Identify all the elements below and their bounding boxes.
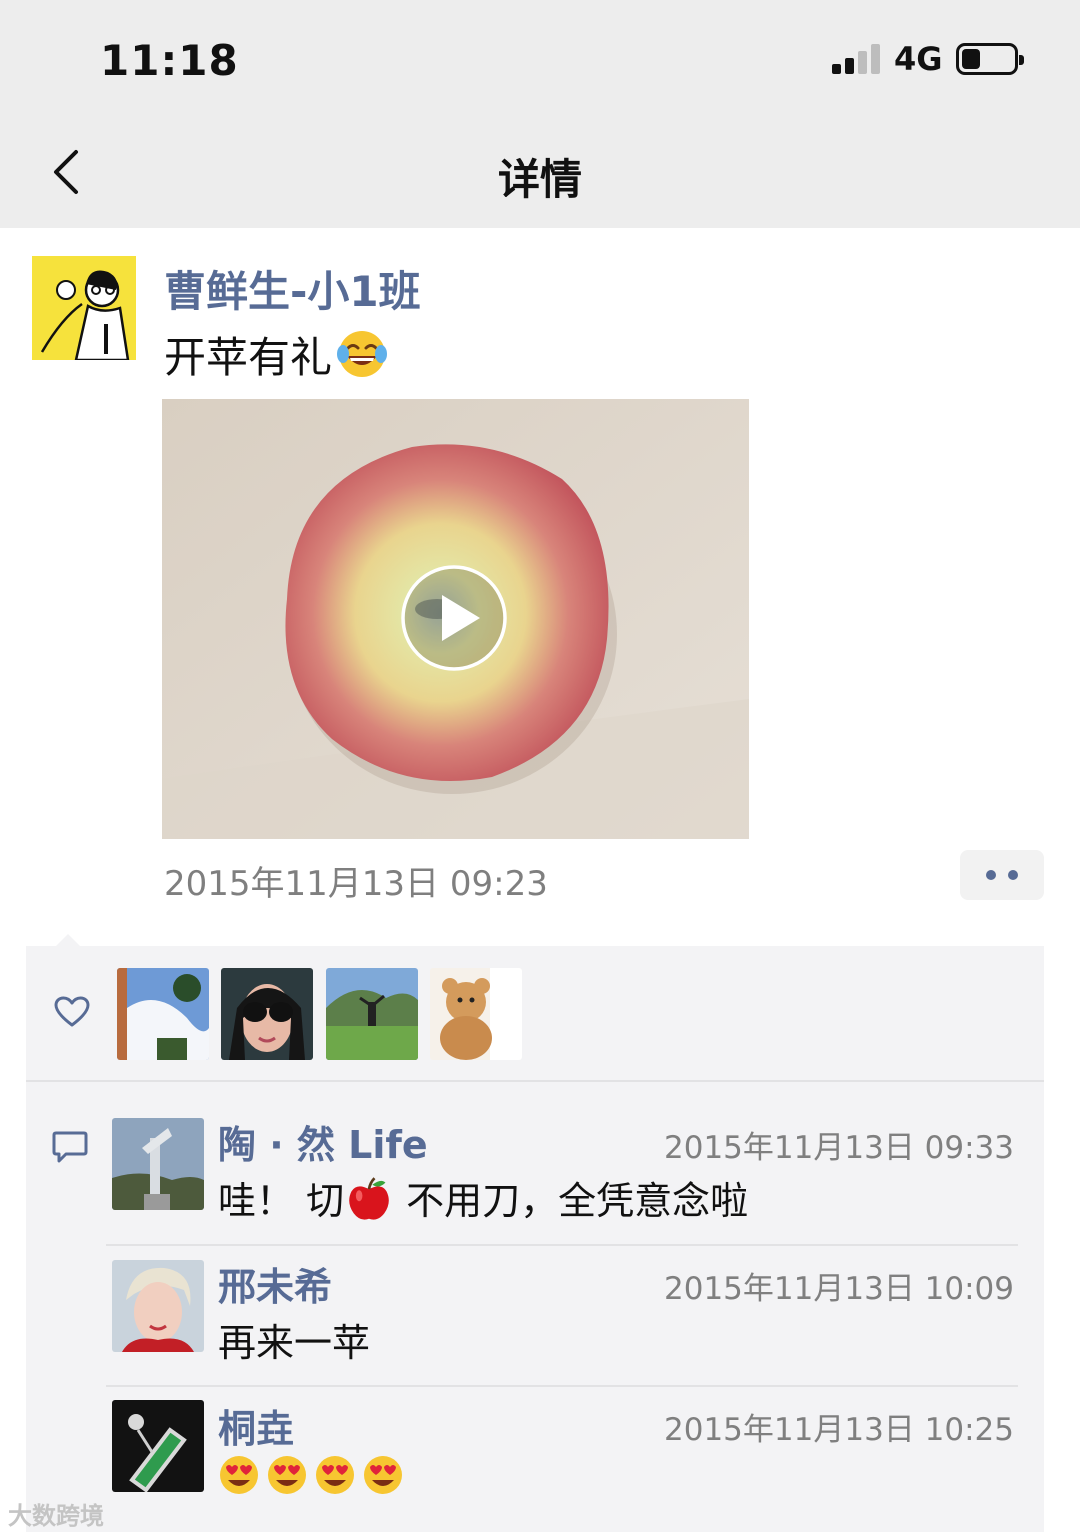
comment-text xyxy=(218,1454,410,1505)
comment-separator xyxy=(106,1244,1018,1246)
comment-author[interactable]: 桐垚 xyxy=(218,1398,294,1453)
network-type: 4G xyxy=(894,40,943,78)
comment-time: 2015年11月13日 10:25 xyxy=(664,1412,1014,1448)
post-timestamp: 2015年11月13日 09:23 xyxy=(164,864,548,904)
comment-avatar[interactable] xyxy=(112,1118,204,1210)
more-options-button[interactable] xyxy=(960,850,1044,900)
heart-eyes-emoji-icon xyxy=(364,1456,402,1494)
panel-pointer xyxy=(56,934,80,946)
liker-avatar[interactable] xyxy=(430,968,522,1060)
comment-text-part: 哇！ 切 xyxy=(218,1179,345,1223)
comment-separator xyxy=(106,1385,1018,1387)
liker-avatar[interactable] xyxy=(326,968,418,1060)
author-avatar[interactable] xyxy=(32,256,136,360)
comment-text: 再来一苹 xyxy=(218,1321,371,1365)
page-title: 详情 xyxy=(497,155,582,204)
comment-author[interactable]: 邢未希 xyxy=(218,1256,332,1311)
heart-eyes-emoji-icon xyxy=(268,1456,306,1494)
comment-avatar[interactable] xyxy=(112,1260,204,1352)
heart-eyes-emoji-icon xyxy=(316,1456,354,1494)
status-time: 11:18 xyxy=(100,36,239,85)
comment-time: 2015年11月13日 10:09 xyxy=(664,1271,1014,1307)
laughing-tears-emoji-icon xyxy=(337,331,388,377)
comment-text: 哇！ 切 不用刀，全凭意念啦 xyxy=(218,1170,748,1225)
panel-divider xyxy=(26,1080,1044,1082)
red-apple-emoji-icon xyxy=(349,1177,389,1220)
post-text-content: 开苹有礼 xyxy=(164,333,333,382)
video-thumbnail[interactable] xyxy=(162,399,749,839)
more-dots-icon xyxy=(986,870,996,880)
comment-text-part: 不用刀，全凭意念啦 xyxy=(394,1179,749,1223)
heart-eyes-emoji-icon xyxy=(220,1456,258,1494)
comment-avatar[interactable] xyxy=(112,1400,204,1492)
post-author-name[interactable]: 曹鲜生-小1班 xyxy=(164,258,421,319)
liker-avatar[interactable] xyxy=(117,968,209,1060)
comment-author[interactable]: 陶 · 然 Life xyxy=(218,1114,428,1169)
liker-avatar[interactable] xyxy=(221,968,313,1060)
battery-icon xyxy=(956,43,1024,75)
signal-strength-icon xyxy=(832,44,882,74)
comment-time: 2015年11月13日 09:33 xyxy=(664,1130,1014,1166)
post-text: 开苹有礼 xyxy=(164,324,388,385)
watermark: 大数跨境 xyxy=(8,1502,104,1530)
speech-bubble-icon xyxy=(52,1131,88,1163)
heart-outline-icon xyxy=(54,996,90,1027)
